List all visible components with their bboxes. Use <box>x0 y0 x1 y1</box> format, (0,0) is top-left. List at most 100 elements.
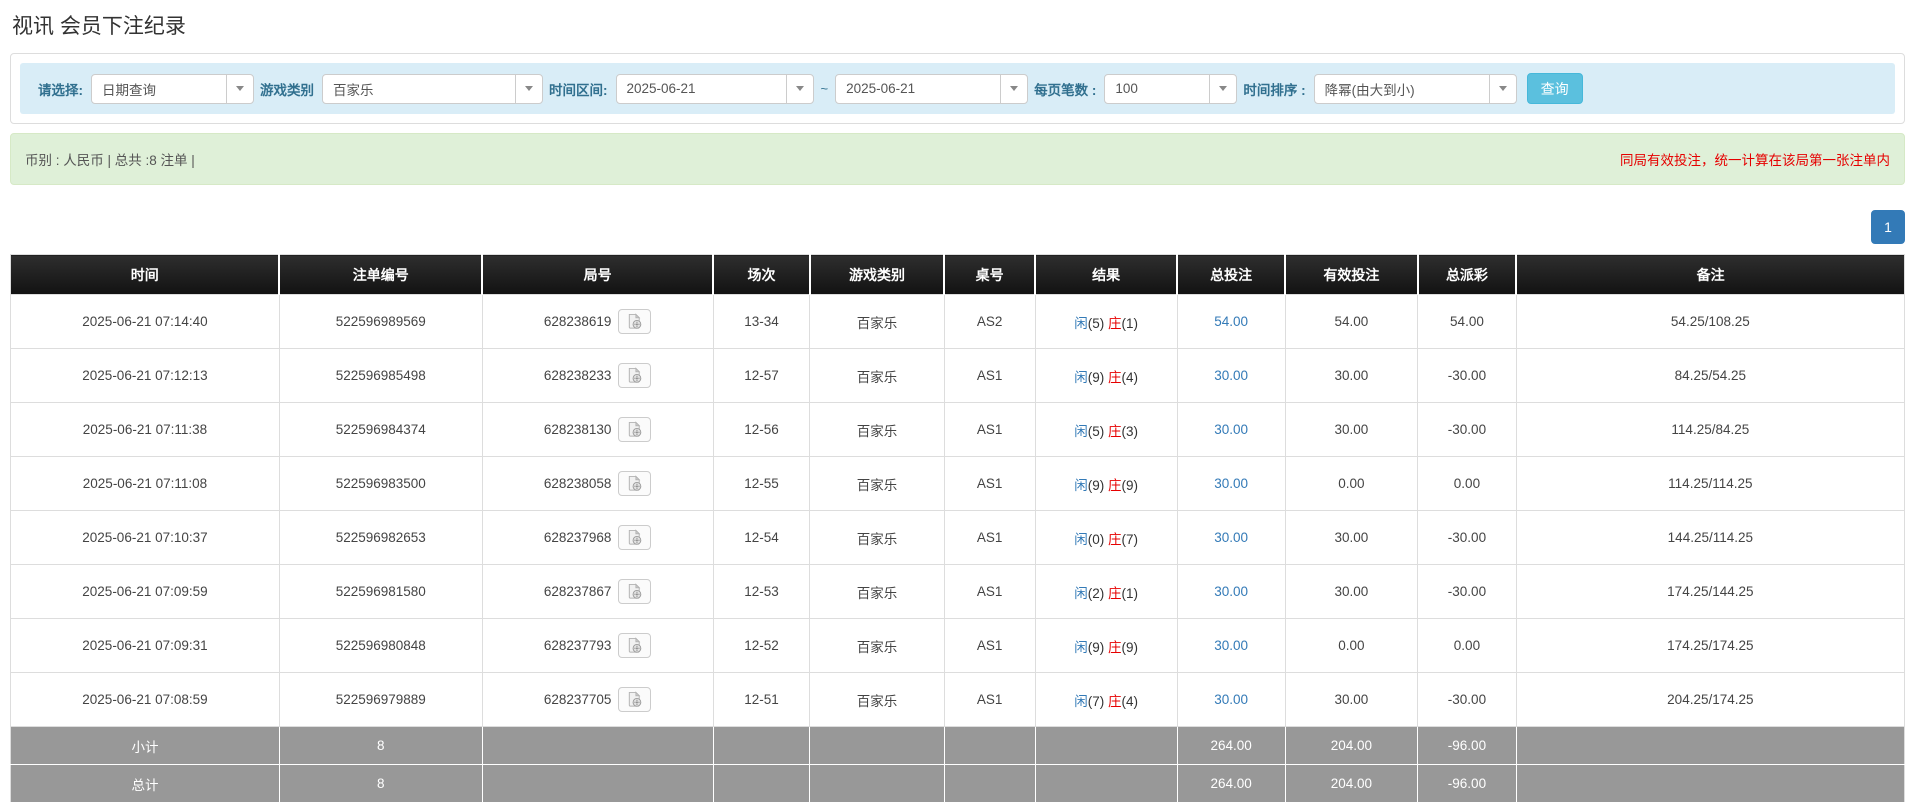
video-replay-button[interactable] <box>618 363 651 388</box>
result-banker-score: (1) <box>1122 316 1139 331</box>
cell-payout: 54.00 <box>1418 295 1516 349</box>
search-button[interactable]: 查询 <box>1527 73 1583 104</box>
cell-remark: 54.25/108.25 <box>1516 295 1904 349</box>
cell-round-id: 628238058 <box>482 457 713 511</box>
round-id-text: 628238233 <box>544 368 612 383</box>
total-row-payout: -96.00 <box>1418 765 1516 803</box>
cell-session: 12-53 <box>713 565 810 619</box>
cell-remark: 174.25/174.25 <box>1516 619 1904 673</box>
total-row-empty-cell <box>810 765 944 803</box>
cell-total-bet: 30.00 <box>1177 511 1285 565</box>
video-replay-button[interactable] <box>618 687 651 712</box>
page-1-button[interactable]: 1 <box>1871 210 1905 244</box>
subtotal-row-total-bet: 264.00 <box>1177 727 1285 765</box>
cell-result: 闲(5) 庄(3) <box>1035 403 1177 457</box>
total-bet-link[interactable]: 30.00 <box>1214 422 1248 437</box>
cell-table-no: AS1 <box>944 457 1035 511</box>
chevron-down-icon <box>515 75 542 103</box>
cell-bet-id: 522596982653 <box>279 511 482 565</box>
date-to-select[interactable]: 2025-06-21 <box>835 74 1028 104</box>
cell-result: 闲(0) 庄(7) <box>1035 511 1177 565</box>
cell-valid-bet: 30.00 <box>1285 565 1418 619</box>
table-row: 2025-06-21 07:11:38522596984374628238130… <box>11 403 1905 457</box>
records-table: 时间注单编号局号场次游戏类别桌号结果总投注有效投注总派彩备注 2025-06-2… <box>10 254 1905 803</box>
video-file-icon <box>625 691 644 708</box>
result-banker-label: 庄 <box>1108 478 1122 493</box>
cell-round-id: 628237705 <box>482 673 713 727</box>
video-replay-button[interactable] <box>618 417 651 442</box>
date-from-select[interactable]: 2025-06-21 <box>616 74 814 104</box>
total-bet-link[interactable]: 54.00 <box>1214 314 1248 329</box>
summary-bar: 币别 : 人民币 | 总共 :8 注单 | 同局有效投注，统一计算在该局第一张注… <box>10 133 1905 185</box>
total-bet-link[interactable]: 30.00 <box>1214 368 1248 383</box>
cell-valid-bet: 0.00 <box>1285 457 1418 511</box>
video-file-icon <box>625 313 644 330</box>
cell-valid-bet: 30.00 <box>1285 511 1418 565</box>
column-header: 场次 <box>713 255 810 295</box>
result-player-score: (0) <box>1088 532 1105 547</box>
query-type-value: 日期查询 <box>92 79 166 99</box>
table-row: 2025-06-21 07:12:13522596985498628238233… <box>11 349 1905 403</box>
query-type-label: 请选择: <box>38 79 83 99</box>
cell-bet-id: 522596989569 <box>279 295 482 349</box>
result-player-score: (5) <box>1088 316 1105 331</box>
result-banker-score: (9) <box>1122 478 1139 493</box>
query-type-select[interactable]: 日期查询 <box>91 74 254 104</box>
total-row-empty-cell <box>1516 765 1904 803</box>
table-row: 2025-06-21 07:14:40522596989569628238619… <box>11 295 1905 349</box>
cell-remark: 144.25/114.25 <box>1516 511 1904 565</box>
result-player-score: (9) <box>1088 370 1105 385</box>
total-bet-link[interactable]: 30.00 <box>1214 638 1248 653</box>
result-player-label: 闲 <box>1074 478 1088 493</box>
cell-result: 闲(7) 庄(4) <box>1035 673 1177 727</box>
total-row-count: 8 <box>279 765 482 803</box>
cell-round-id: 628237968 <box>482 511 713 565</box>
video-file-icon <box>625 475 644 492</box>
video-replay-button[interactable] <box>618 633 651 658</box>
sort-order-value: 降幂(由大到小) <box>1315 79 1425 99</box>
video-replay-button[interactable] <box>618 579 651 604</box>
column-header: 总派彩 <box>1418 255 1516 295</box>
cell-game-type: 百家乐 <box>810 349 944 403</box>
cell-payout: -30.00 <box>1418 565 1516 619</box>
cell-time: 2025-06-21 07:14:40 <box>11 295 280 349</box>
page-size-select[interactable]: 100 <box>1104 74 1237 104</box>
chevron-down-icon <box>1000 75 1027 103</box>
cell-total-bet: 30.00 <box>1177 673 1285 727</box>
cell-table-no: AS1 <box>944 565 1035 619</box>
round-id-text: 628238130 <box>544 422 612 437</box>
subtotal-row-empty-cell <box>1516 727 1904 765</box>
total-bet-link[interactable]: 30.00 <box>1214 692 1248 707</box>
cell-time: 2025-06-21 07:09:59 <box>11 565 280 619</box>
game-type-select[interactable]: 百家乐 <box>322 74 543 104</box>
cell-game-type: 百家乐 <box>810 511 944 565</box>
column-header: 备注 <box>1516 255 1904 295</box>
result-banker-label: 庄 <box>1108 586 1122 601</box>
cell-session: 12-55 <box>713 457 810 511</box>
table-row: 2025-06-21 07:11:08522596983500628238058… <box>11 457 1905 511</box>
video-replay-button[interactable] <box>618 471 651 496</box>
sort-order-select[interactable]: 降幂(由大到小) <box>1314 74 1517 104</box>
video-replay-button[interactable] <box>618 525 651 550</box>
result-player-label: 闲 <box>1074 694 1088 709</box>
video-file-icon <box>625 637 644 654</box>
total-bet-link[interactable]: 30.00 <box>1214 530 1248 545</box>
total-bet-link[interactable]: 30.00 <box>1214 476 1248 491</box>
cell-payout: -30.00 <box>1418 349 1516 403</box>
cell-game-type: 百家乐 <box>810 403 944 457</box>
cell-payout: -30.00 <box>1418 403 1516 457</box>
cell-round-id: 628238619 <box>482 295 713 349</box>
result-banker-score: (4) <box>1122 694 1139 709</box>
video-replay-button[interactable] <box>618 309 651 334</box>
date-range-separator: ~ <box>821 81 829 96</box>
page-size-label: 每页笔数 : <box>1034 79 1096 99</box>
video-file-icon <box>625 529 644 546</box>
subtotal-row: 小计8264.00204.00-96.00 <box>11 727 1905 765</box>
result-player-score: (7) <box>1088 694 1105 709</box>
cell-round-id: 628238233 <box>482 349 713 403</box>
cell-valid-bet: 30.00 <box>1285 673 1418 727</box>
total-bet-link[interactable]: 30.00 <box>1214 584 1248 599</box>
cell-payout: -30.00 <box>1418 673 1516 727</box>
column-header: 结果 <box>1035 255 1177 295</box>
cell-bet-id: 522596984374 <box>279 403 482 457</box>
